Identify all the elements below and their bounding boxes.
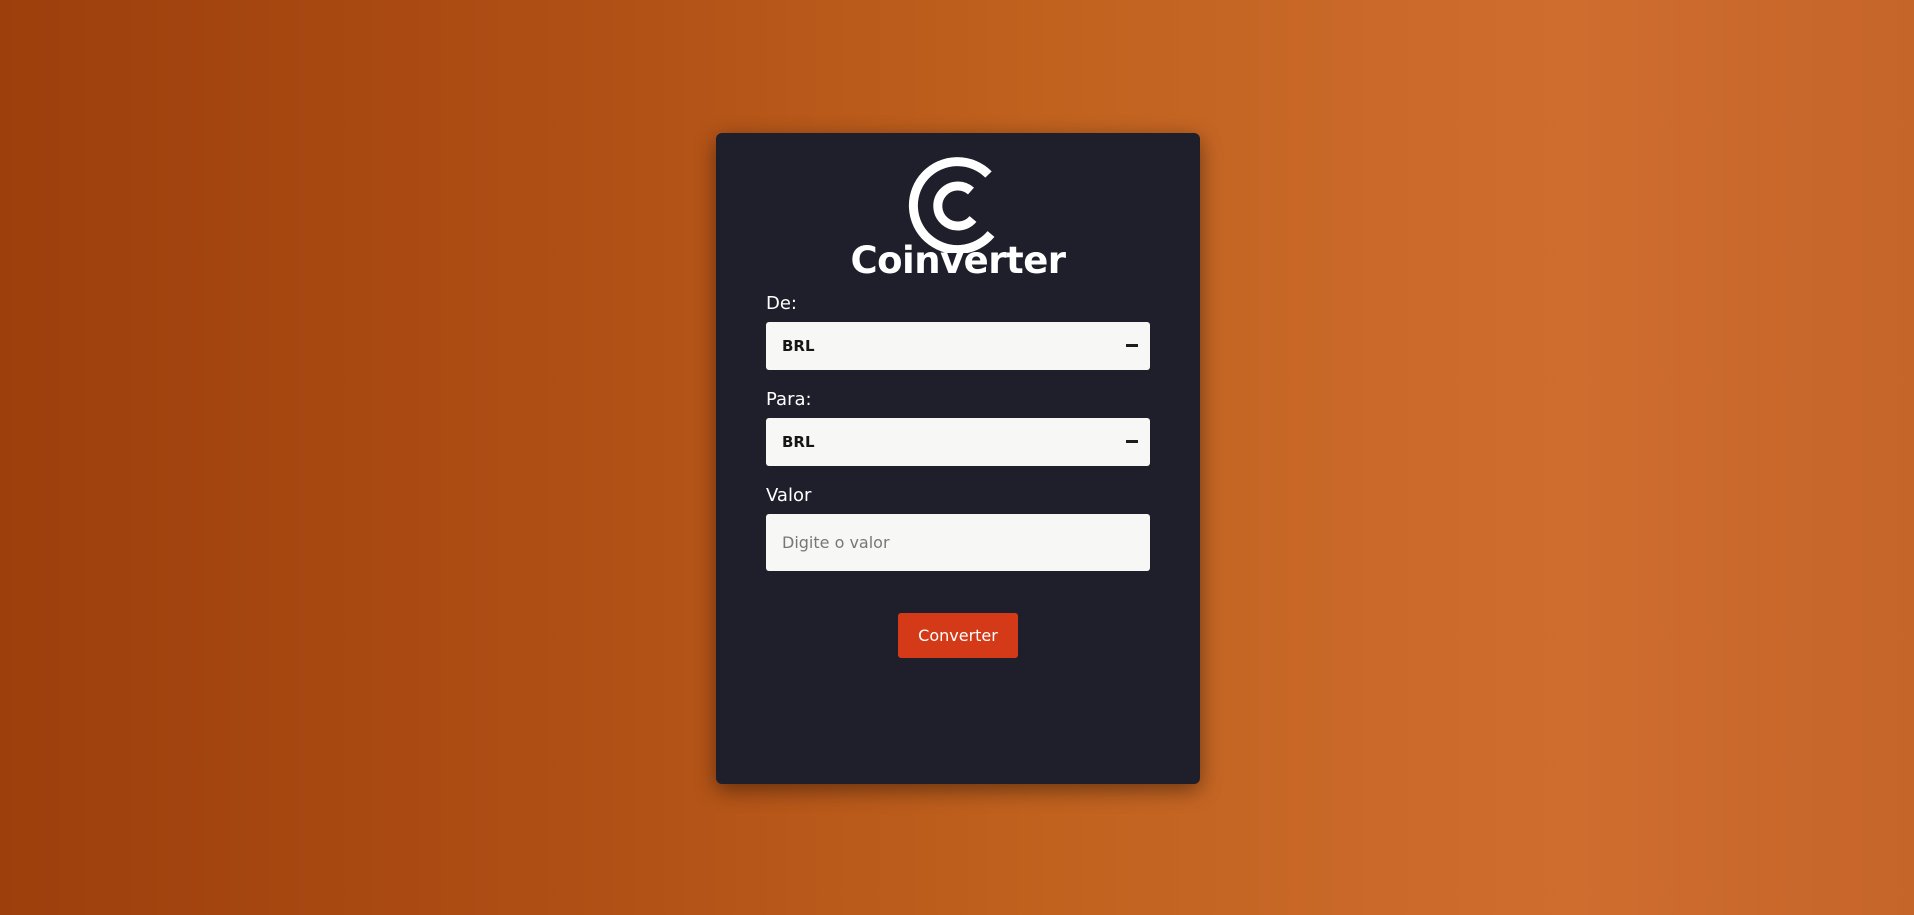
to-currency-value: BRL	[782, 433, 815, 451]
dropdown-icon	[1126, 440, 1138, 443]
from-currency-value: BRL	[782, 337, 815, 355]
app-title: Coinverter	[850, 239, 1066, 282]
converter-card: Coinverter De: BRL Para: BRL Valor Conve…	[716, 133, 1200, 784]
dropdown-icon	[1126, 344, 1138, 347]
to-label: Para:	[766, 389, 812, 410]
from-label: De:	[766, 293, 797, 314]
convert-button[interactable]: Converter	[898, 613, 1018, 658]
from-currency-select[interactable]: BRL	[766, 322, 1150, 370]
logo: Coinverter	[716, 157, 1200, 282]
value-label: Valor	[766, 485, 812, 506]
to-currency-select[interactable]: BRL	[766, 418, 1150, 466]
value-input[interactable]	[766, 514, 1150, 571]
